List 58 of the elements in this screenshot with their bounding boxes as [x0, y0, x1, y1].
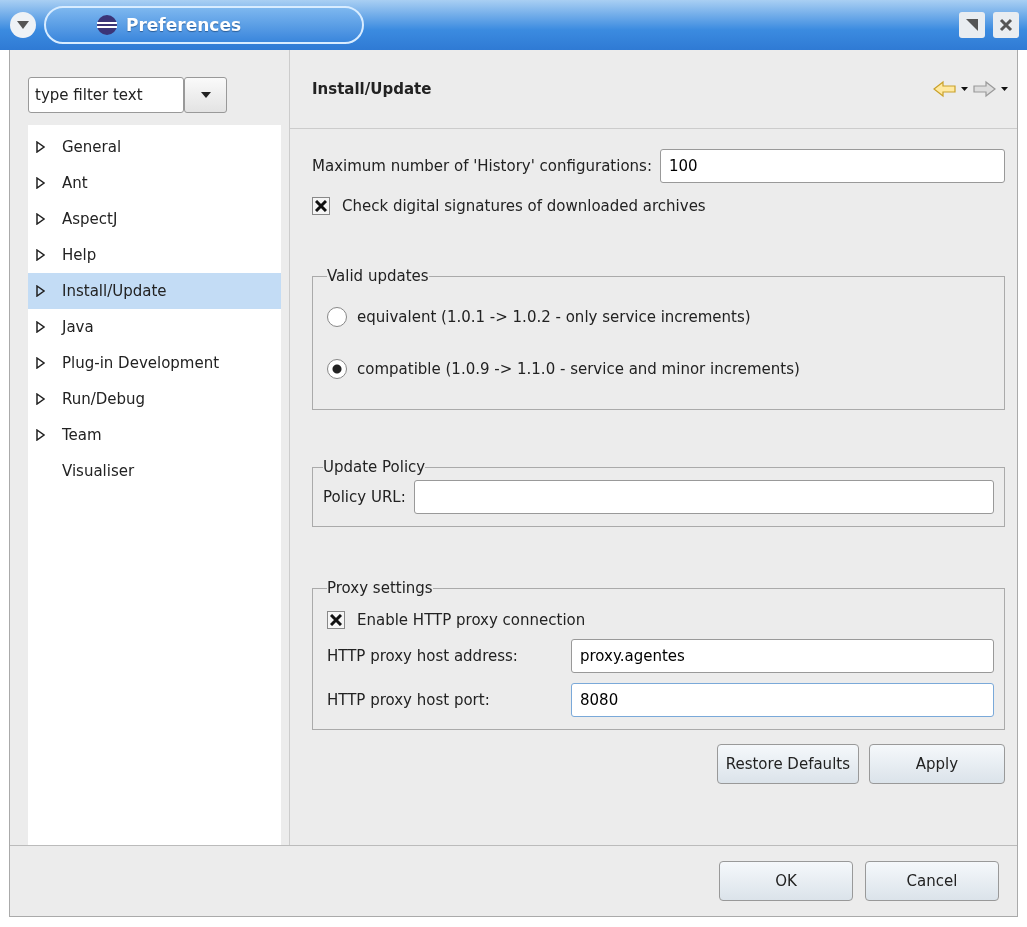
caret-icon: [200, 92, 211, 98]
radio-button[interactable]: [327, 359, 347, 379]
page-title: Install/Update: [312, 80, 432, 98]
history-label: Maximum number of 'History' configurations:: [312, 157, 652, 175]
expand-icon[interactable]: [36, 141, 45, 153]
shade-button[interactable]: [959, 12, 985, 38]
group-title: Proxy settings: [327, 579, 433, 597]
back-arrow-icon: [933, 80, 969, 98]
group-title: Update Policy: [323, 458, 426, 476]
checkbox-label: Enable HTTP proxy connection: [357, 611, 586, 629]
tree-item[interactable]: Run/Debug: [28, 381, 281, 417]
tree-item[interactable]: General: [28, 129, 281, 165]
group-title: Valid updates: [327, 267, 429, 285]
text-field[interactable]: proxy.agentes: [571, 639, 994, 673]
caret-icon: [17, 21, 29, 29]
expand-icon[interactable]: [36, 321, 45, 333]
page-button[interactable]: Restore Defaults: [716, 744, 859, 784]
policy-url-field[interactable]: [413, 480, 994, 514]
radio-label: compatible (1.0.9 -> 1.1.0 - service and minor increments): [357, 360, 800, 378]
tree-item[interactable]: Ant: [28, 165, 281, 201]
tree-item[interactable]: Install/Update: [28, 273, 281, 309]
dialog-button[interactable]: OK: [719, 861, 853, 901]
expand-icon[interactable]: [36, 285, 45, 297]
close-icon: [999, 18, 1013, 32]
forward-arrow-icon: [973, 80, 1009, 98]
text-field[interactable]: 8080: [571, 683, 994, 717]
expand-icon[interactable]: [36, 249, 45, 261]
expand-icon[interactable]: [36, 177, 45, 189]
page-button[interactable]: Apply: [869, 744, 1005, 784]
radio-label: equivalent (1.0.1 -> 1.0.2 - only service increments): [357, 308, 751, 326]
checkbox[interactable]: [312, 197, 330, 215]
tree-item[interactable]: Java: [28, 309, 281, 345]
expand-icon[interactable]: [36, 357, 45, 369]
checkbox[interactable]: [327, 611, 345, 629]
checkbox-label: Check digital signatures of downloaded archives: [342, 197, 706, 215]
filter-dropdown-button[interactable]: [184, 77, 227, 113]
expand-icon[interactable]: [36, 393, 45, 405]
close-button[interactable]: [993, 12, 1019, 38]
field-label: HTTP proxy host port:: [327, 691, 491, 709]
expand-icon[interactable]: [36, 429, 45, 441]
tree-item[interactable]: Visualiser: [28, 453, 281, 489]
window-title-text: Preferences: [126, 15, 242, 35]
radio-button[interactable]: [327, 307, 347, 327]
corner-arrow-icon: [965, 18, 979, 32]
history-field[interactable]: 100: [659, 149, 1005, 183]
tree-item[interactable]: Help: [28, 237, 281, 273]
policy-url-label: Policy URL:: [323, 488, 406, 506]
tree-item[interactable]: Plug-in Development: [28, 345, 281, 381]
forward-button[interactable]: [973, 80, 1009, 98]
back-button[interactable]: [933, 80, 969, 98]
filter-field[interactable]: type filter text: [28, 77, 184, 113]
window-menu-button[interactable]: [10, 12, 36, 38]
dialog-button[interactable]: Cancel: [865, 861, 999, 901]
field-label: HTTP proxy host address:: [327, 647, 519, 665]
eclipse-logo-icon: [96, 14, 118, 36]
tree-item[interactable]: AspectJ: [28, 201, 281, 237]
expand-icon[interactable]: [36, 213, 45, 225]
tree-item[interactable]: Team: [28, 417, 281, 453]
